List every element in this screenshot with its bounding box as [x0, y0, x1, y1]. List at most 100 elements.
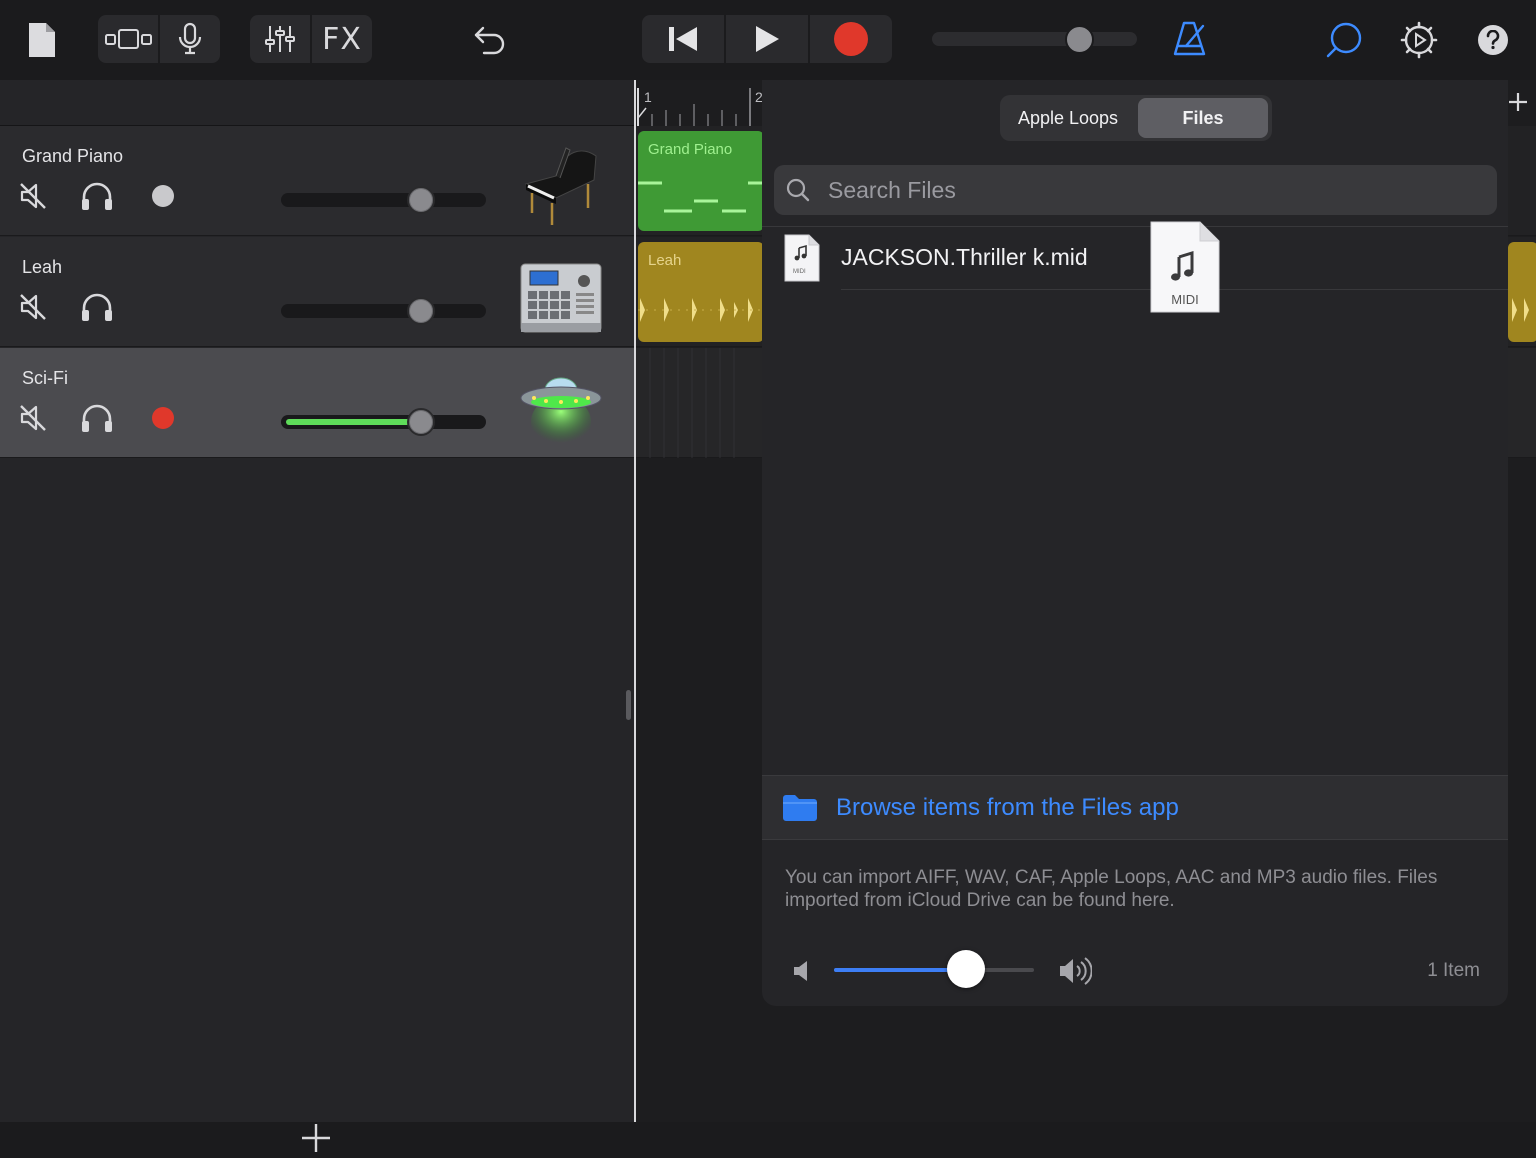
track-name: Sci-Fi	[22, 368, 68, 388]
ruler-ticks	[637, 88, 765, 126]
tab-files[interactable]: Files	[1138, 98, 1268, 138]
search-bar	[774, 165, 1497, 215]
track-name: Leah	[22, 257, 63, 277]
metronome-button[interactable]	[1172, 20, 1208, 58]
search-input[interactable]	[828, 165, 1468, 215]
mute-button[interactable]	[15, 289, 51, 325]
undo-icon	[474, 26, 505, 55]
fx-label: FX	[322, 21, 362, 57]
file-name: JACKSON.Thriller k.mid	[841, 244, 1088, 270]
fx-button[interactable]: FX	[312, 15, 372, 63]
browser-segmented-control: Apple Loops Files	[1000, 95, 1272, 141]
track-volume-slider[interactable]	[281, 415, 486, 429]
mute-button[interactable]	[15, 178, 51, 214]
loop-icon	[1326, 22, 1362, 58]
drum-machine-icon	[516, 249, 606, 339]
solo-button[interactable]	[79, 178, 115, 214]
file-browser-panel: Apple Loops Files MIDI JACKSON.Thriller …	[762, 80, 1508, 1006]
speaker-muted-icon	[20, 405, 46, 431]
settings-button[interactable]	[1400, 21, 1438, 59]
resize-handle[interactable]	[626, 690, 631, 720]
ruler[interactable]: 1 2	[636, 80, 766, 126]
record-enable-button[interactable]	[145, 178, 181, 214]
track-volume-slider[interactable]	[281, 304, 486, 318]
document-icon	[29, 23, 55, 57]
record-enable-indicator	[152, 185, 174, 207]
ufo-icon	[516, 360, 606, 450]
gear-icon	[1400, 21, 1438, 59]
track-volume-knob[interactable]	[407, 186, 435, 214]
grand-piano-region[interactable]: Grand Piano	[638, 131, 764, 231]
speaker-muted-icon	[20, 183, 46, 209]
loop-browser-button[interactable]	[1326, 21, 1364, 59]
speaker-muted-icon	[20, 294, 46, 320]
browse-files-label: Browse items from the Files app	[836, 794, 1179, 821]
headphones-icon	[82, 404, 112, 432]
master-volume-knob[interactable]	[1065, 25, 1094, 54]
record-icon	[834, 22, 868, 56]
add-section-button[interactable]	[1506, 90, 1530, 114]
solo-button[interactable]	[79, 400, 115, 436]
midi-file-icon: MIDI	[784, 234, 820, 282]
help-button[interactable]	[1478, 25, 1508, 55]
speaker-high-icon	[1060, 957, 1092, 985]
item-count: 1 Item	[1427, 960, 1480, 981]
drum-hits	[638, 298, 764, 322]
play-icon	[756, 26, 779, 52]
headphones-icon	[82, 293, 112, 321]
view-record-group	[98, 15, 220, 63]
plus-icon	[1509, 93, 1527, 111]
track-name: Grand Piano	[22, 146, 124, 166]
track-volume-knob[interactable]	[407, 297, 435, 325]
track-volume-slider[interactable]	[281, 193, 486, 207]
browser-view-icon	[105, 29, 152, 49]
undo-button[interactable]	[472, 22, 508, 56]
view-toggle-button[interactable]	[98, 15, 158, 63]
ruler-mark-1: 1	[644, 89, 652, 105]
dragged-midi-file[interactable]: MIDI	[1150, 221, 1220, 313]
folder-icon	[783, 795, 817, 821]
plus-icon	[302, 1124, 330, 1152]
record-enable-indicator	[152, 407, 174, 429]
track-list-header	[0, 80, 634, 126]
browse-files-app-link[interactable]: Browse items from the Files app	[762, 775, 1508, 840]
metronome-icon	[1173, 21, 1206, 56]
add-track-button[interactable]	[296, 1118, 336, 1158]
tab-apple-loops[interactable]: Apple Loops	[1004, 98, 1132, 138]
transport-group	[642, 15, 892, 63]
level-meter	[286, 419, 421, 425]
skip-back-icon	[669, 27, 697, 51]
preview-volume-slider[interactable]	[834, 968, 1034, 972]
track-leah[interactable]: Leah	[0, 237, 634, 347]
track-list: Grand Piano Leah Sci-Fi	[0, 80, 634, 1152]
search-icon	[786, 178, 810, 202]
leah-region[interactable]: Leah	[638, 242, 764, 342]
drag-ghost-caption: MIDI	[1171, 292, 1199, 307]
track-controls-button[interactable]	[250, 15, 310, 63]
microphone-icon	[178, 22, 202, 55]
record-button[interactable]	[810, 15, 892, 63]
preview-volume-knob[interactable]	[947, 950, 985, 988]
question-icon	[1486, 30, 1500, 50]
go-to-beginning-button[interactable]	[642, 15, 724, 63]
midi-notes	[638, 181, 764, 213]
my-songs-button[interactable]	[26, 20, 58, 60]
grand-piano-icon	[516, 138, 606, 228]
import-info-text: You can import AIFF, WAV, CAF, Apple Loo…	[785, 867, 1438, 911]
mixer-fx-group: FX	[250, 15, 372, 63]
play-button[interactable]	[726, 15, 808, 63]
region-label: Leah	[648, 252, 682, 269]
toolbar: FX	[0, 0, 1536, 80]
master-volume-slider[interactable]	[932, 32, 1137, 46]
sliders-icon	[265, 26, 295, 52]
record-enable-button[interactable]	[145, 400, 181, 436]
leah-region-continued[interactable]	[1508, 242, 1536, 342]
track-sci-fi[interactable]: Sci-Fi	[0, 348, 634, 458]
track-grand-piano[interactable]: Grand Piano	[0, 126, 634, 236]
mute-button[interactable]	[15, 400, 51, 436]
microphone-button[interactable]	[160, 15, 220, 63]
solo-button[interactable]	[79, 289, 115, 325]
file-row[interactable]: MIDI JACKSON.Thriller k.mid	[762, 226, 1508, 290]
track-volume-knob[interactable]	[407, 408, 435, 436]
speaker-low-icon	[794, 961, 807, 981]
